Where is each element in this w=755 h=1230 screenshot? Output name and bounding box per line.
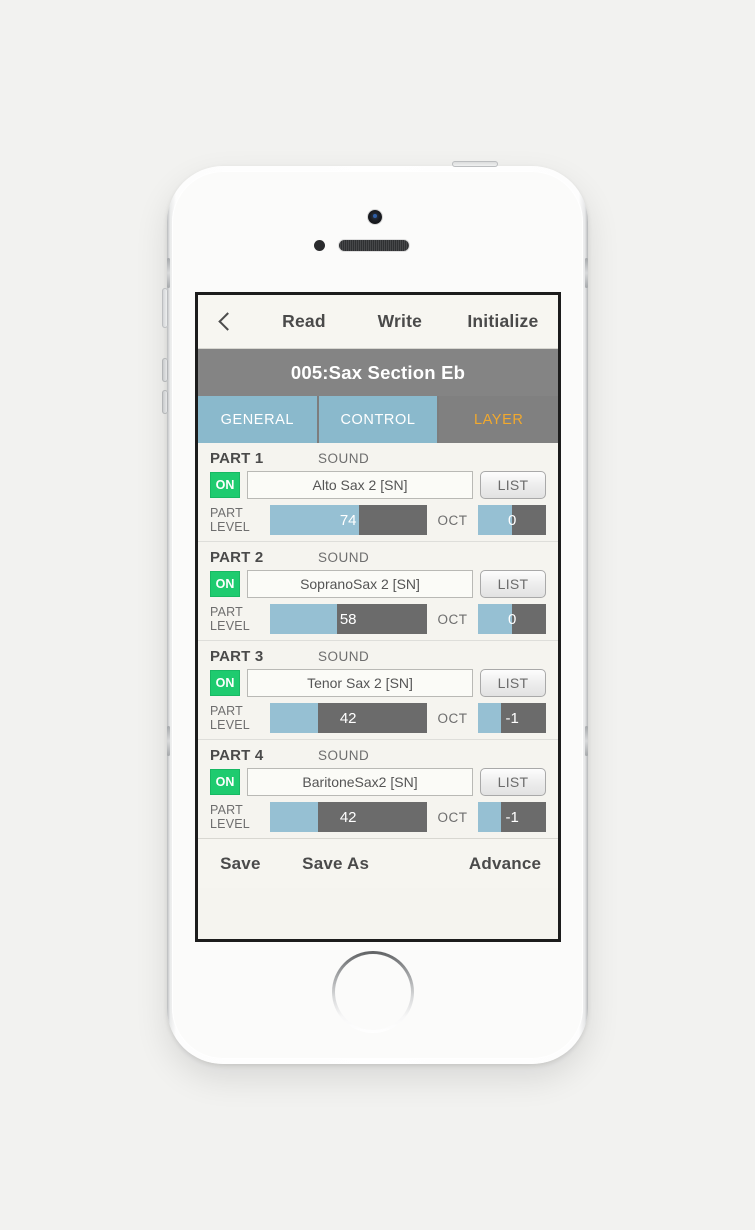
part-header: PART 3 SOUND xyxy=(210,648,546,665)
oct-label: OCT xyxy=(437,611,468,627)
parts-list: PART 1 SOUND ON Alto Sax 2 [SN] LIST PAR… xyxy=(198,443,558,838)
sound-label: SOUND xyxy=(318,550,370,565)
part-header: PART 4 SOUND xyxy=(210,747,546,764)
tab-bar: GENERAL CONTROL LAYER xyxy=(198,396,558,443)
part-level-value: 74 xyxy=(339,511,357,529)
oct-slider[interactable]: 0 xyxy=(478,604,546,634)
part-level-slider[interactable]: 42 xyxy=(269,703,427,733)
sound-list-button[interactable]: LIST xyxy=(480,768,546,796)
level-row: PART LEVEL 42 OCT -1 xyxy=(210,703,546,733)
part-level-label-line1: PART xyxy=(210,605,243,619)
save-button[interactable]: Save xyxy=(198,854,283,874)
level-row: PART LEVEL 42 OCT -1 xyxy=(210,802,546,832)
sound-name-field[interactable]: Alto Sax 2 [SN] xyxy=(247,471,473,499)
level-row: PART LEVEL 58 OCT 0 xyxy=(210,604,546,634)
part-row: PART 4 SOUND ON BaritoneSax2 [SN] LIST P… xyxy=(198,740,558,838)
part-title: PART 1 xyxy=(210,450,264,467)
volume-down-button[interactable] xyxy=(162,390,168,414)
part-level-label-line2: LEVEL xyxy=(210,619,250,633)
back-button[interactable] xyxy=(198,295,256,348)
tab-control[interactable]: CONTROL xyxy=(318,396,440,443)
sound-list-button[interactable]: LIST xyxy=(480,570,546,598)
tab-general[interactable]: GENERAL xyxy=(198,396,319,443)
part-title: PART 4 xyxy=(210,747,264,764)
part-level-label: PART LEVEL xyxy=(210,704,262,732)
part-level-slider[interactable]: 42 xyxy=(269,802,427,832)
screenshot-root: Read Write Initialize 005:Sax Section Eb… xyxy=(0,0,755,1230)
part-title: PART 3 xyxy=(210,648,264,665)
oct-slider[interactable]: -1 xyxy=(478,703,546,733)
mute-switch-icon[interactable] xyxy=(162,288,168,328)
oct-value: 0 xyxy=(508,511,517,529)
advance-button[interactable]: Advance xyxy=(452,854,558,874)
sound-name-field[interactable]: SopranoSax 2 [SN] xyxy=(247,570,473,598)
part-level-value: 42 xyxy=(339,808,357,826)
home-button[interactable] xyxy=(332,951,414,1033)
part-level-label-line2: LEVEL xyxy=(210,817,250,831)
sound-row: ON Alto Sax 2 [SN] LIST xyxy=(210,471,546,499)
nav-read-button[interactable]: Read xyxy=(256,311,352,332)
sound-label: SOUND xyxy=(318,649,370,664)
part-on-toggle[interactable]: ON xyxy=(210,472,240,498)
part-level-label: PART LEVEL xyxy=(210,803,262,831)
oct-slider[interactable]: -1 xyxy=(478,802,546,832)
part-header: PART 2 SOUND xyxy=(210,549,546,566)
part-row: PART 1 SOUND ON Alto Sax 2 [SN] LIST PAR… xyxy=(198,443,558,542)
antenna-band-left-bottom xyxy=(167,726,170,756)
oct-value: -1 xyxy=(505,709,519,727)
sound-label: SOUND xyxy=(318,748,370,763)
sound-name-field[interactable]: BaritoneSax2 [SN] xyxy=(247,768,473,796)
part-level-label-line1: PART xyxy=(210,704,243,718)
home-button-inner xyxy=(335,954,411,1030)
part-level-value: 42 xyxy=(339,709,357,727)
part-on-toggle[interactable]: ON xyxy=(210,670,240,696)
patch-name-bar[interactable]: 005:Sax Section Eb xyxy=(198,349,558,396)
part-row: PART 2 SOUND ON SopranoSax 2 [SN] LIST P… xyxy=(198,542,558,641)
sound-list-button[interactable]: LIST xyxy=(480,669,546,697)
chevron-left-icon xyxy=(217,312,237,331)
part-level-label-line2: LEVEL xyxy=(210,718,250,732)
sound-label: SOUND xyxy=(318,451,370,466)
part-level-label-line1: PART xyxy=(210,803,243,817)
volume-up-button[interactable] xyxy=(162,358,168,382)
oct-label: OCT xyxy=(437,809,468,825)
proximity-sensor-icon xyxy=(314,240,325,251)
part-level-label: PART LEVEL xyxy=(210,506,262,534)
oct-label: OCT xyxy=(437,710,468,726)
part-header: PART 1 SOUND xyxy=(210,450,546,467)
part-level-label-line2: LEVEL xyxy=(210,520,250,534)
part-level-value: 58 xyxy=(339,610,357,628)
part-level-label-line1: PART xyxy=(210,506,243,520)
top-navigation-bar: Read Write Initialize xyxy=(198,295,558,349)
antenna-band-right-bottom xyxy=(585,726,588,756)
part-level-slider[interactable]: 74 xyxy=(269,505,427,535)
sound-row: ON BaritoneSax2 [SN] LIST xyxy=(210,768,546,796)
sound-list-button[interactable]: LIST xyxy=(480,471,546,499)
bottom-action-bar: Save Save As Advance xyxy=(198,838,558,888)
oct-label: OCT xyxy=(437,512,468,528)
tab-layer[interactable]: LAYER xyxy=(439,396,558,443)
oct-value: -1 xyxy=(505,808,519,826)
phone-screen: Read Write Initialize 005:Sax Section Eb… xyxy=(195,292,561,942)
antenna-band-right-top xyxy=(585,258,588,288)
sound-name-field[interactable]: Tenor Sax 2 [SN] xyxy=(247,669,473,697)
oct-value: 0 xyxy=(508,610,517,628)
part-level-slider[interactable]: 58 xyxy=(269,604,427,634)
sound-row: ON SopranoSax 2 [SN] LIST xyxy=(210,570,546,598)
nav-write-button[interactable]: Write xyxy=(352,311,448,332)
power-button[interactable] xyxy=(452,161,498,167)
part-title: PART 2 xyxy=(210,549,264,566)
part-level-label: PART LEVEL xyxy=(210,605,262,633)
antenna-band-left-top xyxy=(167,258,170,288)
part-row: PART 3 SOUND ON Tenor Sax 2 [SN] LIST PA… xyxy=(198,641,558,740)
sound-row: ON Tenor Sax 2 [SN] LIST xyxy=(210,669,546,697)
save-as-button[interactable]: Save As xyxy=(283,854,389,874)
part-on-toggle[interactable]: ON xyxy=(210,769,240,795)
nav-initialize-button[interactable]: Initialize xyxy=(448,311,558,332)
earpiece-speaker-icon xyxy=(339,240,409,251)
level-row: PART LEVEL 74 OCT 0 xyxy=(210,505,546,535)
oct-slider[interactable]: 0 xyxy=(478,505,546,535)
front-camera-icon xyxy=(368,210,382,224)
part-on-toggle[interactable]: ON xyxy=(210,571,240,597)
